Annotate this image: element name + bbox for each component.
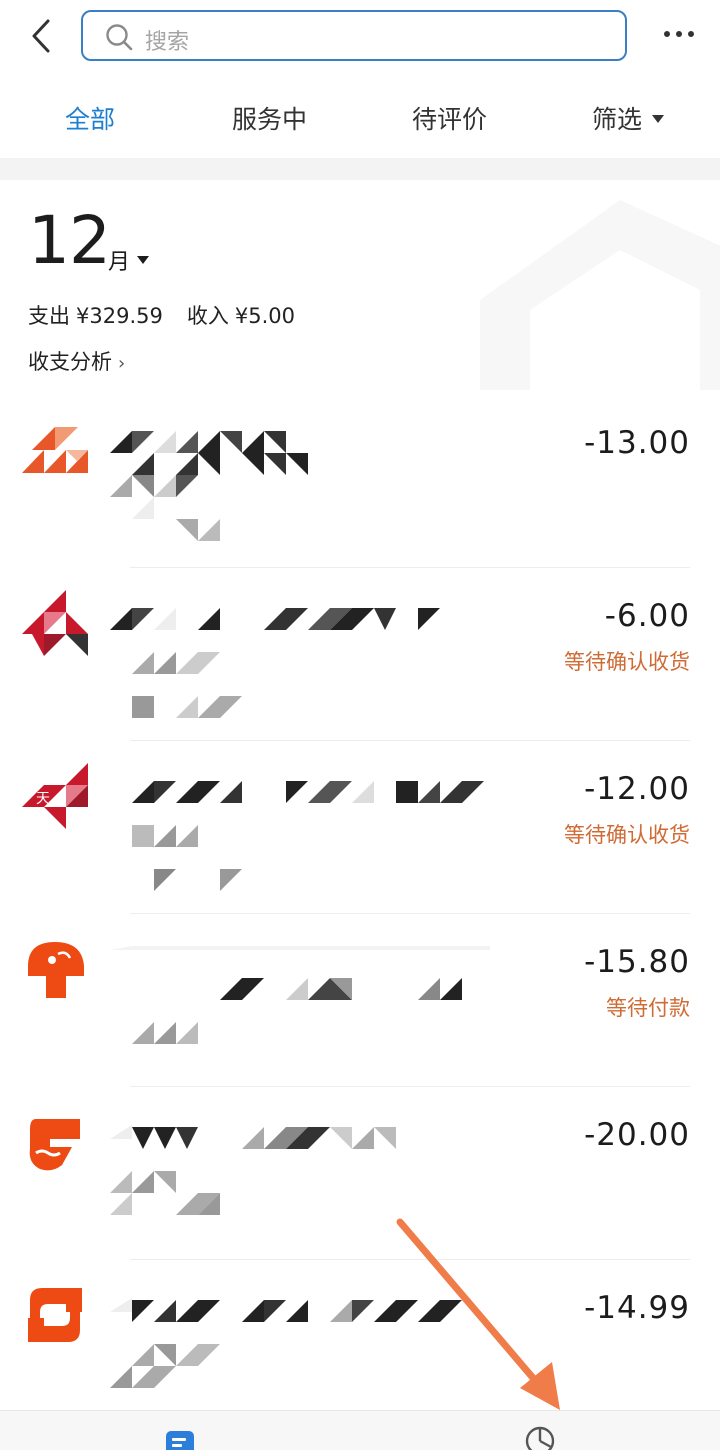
income-value: ¥5.00 [234, 304, 295, 328]
section-gap [0, 158, 720, 180]
svg-text:天: 天 [36, 791, 50, 807]
transaction-amount: -13.00 [584, 425, 690, 461]
transaction-amount: -6.00 [604, 598, 690, 634]
transaction-row[interactable]: -15.80 等待付款 [0, 914, 720, 1087]
month-summary: 12 月 支出 ¥329.59 收入 ¥5.00 收支分析 › [0, 180, 720, 390]
caret-down-icon [652, 115, 665, 123]
chevron-left-icon[interactable] [26, 18, 56, 54]
tab-to-review[interactable]: 待评价 [412, 100, 487, 136]
filter-tabs: 全部 服务中 待评价 筛选 [0, 90, 720, 148]
merchant-logo-icon: 天 [22, 763, 88, 829]
transaction-amount: -14.99 [584, 1290, 690, 1326]
month-dropdown-icon[interactable] [137, 256, 149, 264]
month-unit[interactable]: 月 [108, 244, 130, 276]
expense-value: ¥329.59 [76, 304, 163, 328]
tab-filter-label: 筛选 [592, 105, 643, 134]
merchant-logo-icon [22, 427, 88, 473]
transaction-row[interactable]: -20.00 [0, 1087, 720, 1260]
redacted-merchant-name [132, 781, 484, 891]
transaction-status: 等待付款 [606, 996, 690, 1020]
tab-filter[interactable]: 筛选 [592, 100, 665, 136]
transaction-amount: -12.00 [584, 771, 690, 807]
redacted-merchant-name [110, 1125, 396, 1215]
search-input[interactable]: 搜索 [81, 10, 627, 61]
redacted-merchant-name [110, 946, 490, 1044]
transaction-status: 等待确认收货 [564, 650, 690, 674]
bottom-nav [0, 1410, 720, 1450]
search-placeholder: 搜索 [145, 30, 190, 55]
analysis-link[interactable]: 收支分析 › [28, 346, 125, 376]
merchant-logo-icon [22, 590, 88, 656]
redacted-merchant-name [110, 608, 440, 718]
redacted-merchant-name [110, 1298, 462, 1388]
transaction-row[interactable]: -13.00 [0, 395, 720, 568]
income-label: 收入 [186, 304, 229, 328]
month-totals: 支出 ¥329.59 收入 ¥5.00 [28, 300, 301, 330]
transaction-row[interactable]: -14.99 [0, 1260, 720, 1433]
transaction-amount: -15.80 [584, 944, 690, 980]
merchant-logo-icon [29, 1119, 80, 1171]
analysis-label: 收支分析 [28, 350, 112, 374]
top-bar: 搜索 [0, 0, 720, 72]
transaction-amount: -20.00 [584, 1117, 690, 1153]
month-number[interactable]: 12 [28, 202, 111, 279]
pie-chart-icon[interactable] [524, 1425, 556, 1450]
more-dots-icon[interactable] [660, 26, 700, 42]
house-watermark-icon [480, 200, 720, 390]
expense-label: 支出 [28, 304, 70, 328]
tab-all[interactable]: 全部 [65, 100, 115, 136]
merchant-logo-icon [28, 1288, 82, 1342]
tab-in-service[interactable]: 服务中 [232, 100, 307, 136]
redacted-merchant-name [110, 431, 308, 541]
search-icon [106, 24, 133, 51]
transaction-status: 等待确认收货 [564, 823, 690, 847]
transaction-row[interactable]: -6.00 等待确认收货 [0, 568, 720, 741]
transaction-row[interactable]: 天 -12.00 等待确认收货 [0, 741, 720, 914]
merchant-logo-icon [28, 942, 84, 998]
chevron-right-icon: › [118, 353, 126, 374]
bill-list-icon[interactable] [166, 1431, 194, 1450]
